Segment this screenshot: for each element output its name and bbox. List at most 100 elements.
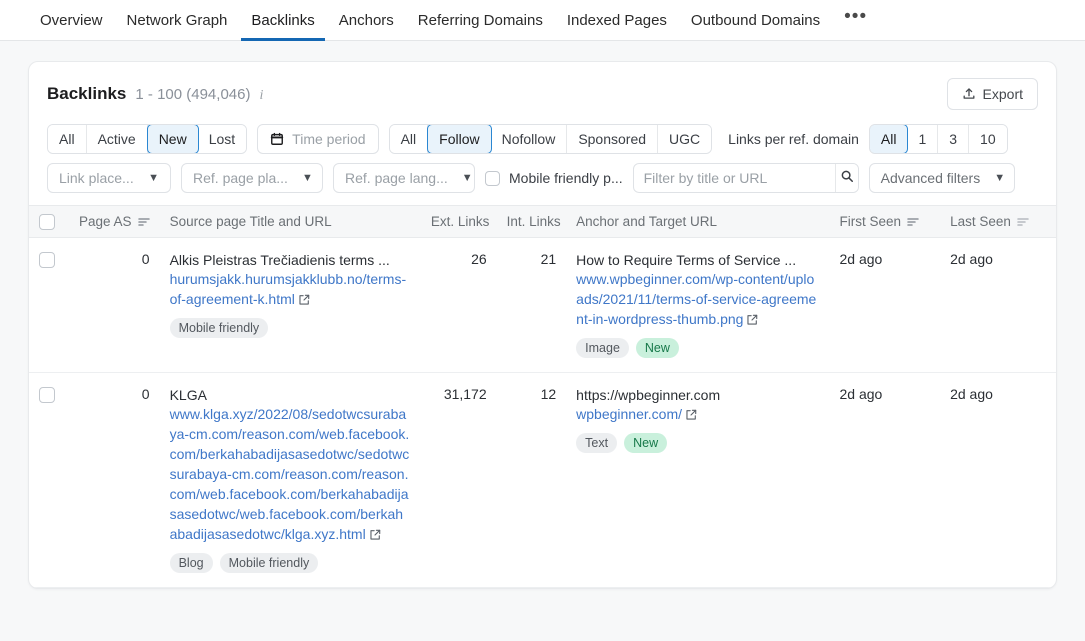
status-option-new[interactable]: New [146, 125, 199, 153]
more-tabs-icon[interactable]: ••• [832, 0, 879, 40]
panel-title-group: Backlinks 1 - 100 (494,046) i [47, 84, 263, 104]
cell-int-links: 12 [496, 372, 567, 588]
follow-option-ugc[interactable]: UGC [658, 125, 712, 153]
table-row: 0 KLGA www.klga.xyz/2022/08/sedotwcsurab… [29, 372, 1056, 588]
chevron-down-icon: ▼ [148, 172, 159, 184]
table-body: 0 Alkis Pleistras Trečiadienis terms ...… [29, 237, 1056, 588]
cell-first-seen: 2d ago [829, 372, 941, 588]
filters-area: All Active New Lost Time period All Foll… [29, 124, 1056, 205]
external-link-icon[interactable] [298, 291, 310, 311]
search-input[interactable] [633, 164, 835, 192]
cell-page-as: 0 [69, 237, 160, 373]
column-source-page[interactable]: Source page Title and URL [159, 205, 421, 238]
column-select-all [29, 205, 70, 238]
external-link-icon[interactable] [369, 526, 381, 546]
advanced-filters-dropdown[interactable]: Advanced filters ▼ [868, 163, 1015, 193]
source-url-link[interactable]: hurumsjakk.hurumsjakklubb.no/terms-of-ag… [170, 269, 411, 311]
mobile-friendly-checkbox-field[interactable]: Mobile friendly p... [485, 170, 623, 186]
search-button[interactable] [834, 164, 858, 192]
lpd-option-all[interactable]: All [869, 125, 909, 153]
time-period-label: Time period [292, 131, 366, 147]
links-per-domain-segment: All 1 3 10 [868, 124, 1008, 154]
column-last-seen[interactable]: Last Seen [940, 205, 1056, 238]
mobile-friendly-checkbox[interactable] [485, 170, 500, 186]
column-anchor-target[interactable]: Anchor and Target URL [566, 205, 830, 238]
cell-anchor-target: https://wpbeginner.com wpbeginner.com/ T… [566, 372, 830, 588]
badge-new: New [624, 433, 668, 453]
cell-last-seen: 2d ago [940, 237, 1056, 373]
tab-backlinks[interactable]: Backlinks [239, 0, 326, 41]
tab-indexed-pages[interactable]: Indexed Pages [555, 0, 679, 40]
tab-outbound-domains[interactable]: Outbound Domains [679, 0, 832, 40]
sort-icon [137, 217, 150, 227]
target-url-link[interactable]: wpbeginner.com/ [576, 404, 819, 426]
page-title: Backlinks [47, 84, 127, 103]
anchor-badges: Text New [576, 433, 819, 453]
info-icon[interactable]: i [259, 88, 263, 104]
export-icon [962, 87, 976, 101]
tab-referring-domains[interactable]: Referring Domains [406, 0, 555, 40]
follow-option-nofollow[interactable]: Nofollow [490, 125, 568, 153]
cell-last-seen: 2d ago [940, 372, 1056, 588]
tab-network-graph[interactable]: Network Graph [115, 0, 240, 40]
column-label: Int. Links [506, 214, 561, 229]
column-first-seen[interactable]: First Seen [829, 205, 941, 238]
anchor-title: https://wpbeginner.com [576, 387, 721, 403]
badge: Blog [169, 553, 213, 573]
source-title: KLGA [169, 387, 207, 403]
tab-label: Outbound Domains [690, 11, 821, 29]
cell-ext-links: 26 [420, 237, 497, 373]
filter-row-1: All Active New Lost Time period All Foll… [47, 124, 1038, 154]
badge: Mobile friendly [169, 318, 269, 338]
target-url-text: wpbeginner.com/ [576, 406, 682, 422]
row-checkbox[interactable] [39, 387, 55, 404]
follow-option-sponsored[interactable]: Sponsored [567, 125, 659, 153]
status-option-lost[interactable]: Lost [197, 125, 247, 153]
select-all-checkbox[interactable] [39, 213, 55, 230]
chevron-down-icon: ▼ [994, 172, 1006, 184]
link-status-segment: All Active New Lost [47, 124, 248, 154]
tab-anchors[interactable]: Anchors [327, 0, 406, 40]
column-ext-links[interactable]: Ext. Links [420, 205, 497, 238]
lpd-option-10[interactable]: 10 [969, 125, 1007, 153]
tab-label: Anchors [338, 11, 394, 29]
column-int-links[interactable]: Int. Links [496, 205, 567, 238]
time-period-button[interactable]: Time period [257, 124, 379, 154]
follow-option-all[interactable]: All [389, 125, 429, 153]
sort-icon [1017, 217, 1029, 227]
badge: Mobile friendly [219, 553, 319, 573]
source-url-link[interactable]: www.klga.xyz/2022/08/sedotwcsurabaya-cm.… [170, 404, 411, 546]
row-select-cell [29, 372, 70, 588]
tab-overview[interactable]: Overview [28, 0, 115, 40]
tab-label: Indexed Pages [566, 11, 667, 29]
external-link-icon[interactable] [746, 311, 758, 331]
link-placement-dropdown[interactable]: Link place... ▼ [47, 163, 171, 193]
export-button[interactable]: Export [946, 78, 1038, 110]
table-header-row: Page AS Source page Title and URL Ext. L… [29, 205, 1056, 238]
column-label: Page AS [79, 214, 132, 229]
column-page-as[interactable]: Page AS [69, 205, 160, 238]
ref-page-placement-dropdown[interactable]: Ref. page pla... ▼ [181, 163, 323, 193]
column-label: Source page Title and URL [169, 214, 332, 229]
row-checkbox[interactable] [39, 252, 55, 269]
backlinks-panel-wrapper: Backlinks 1 - 100 (494,046) i Export All… [0, 41, 1085, 589]
anchor-badges: Image New [576, 338, 819, 358]
tab-label: Backlinks [251, 11, 315, 29]
column-label: Last Seen [950, 214, 1011, 229]
status-option-all[interactable]: All [48, 125, 87, 153]
tab-label: Referring Domains [417, 11, 543, 29]
lpd-option-3[interactable]: 3 [938, 125, 970, 153]
lpd-option-1[interactable]: 1 [907, 125, 939, 153]
follow-type-segment: All Follow Nofollow Sponsored UGC [388, 124, 713, 154]
target-url-text: www.wpbeginner.com/wp-content/uploads/20… [576, 271, 817, 327]
external-link-icon[interactable] [685, 406, 697, 426]
status-option-active[interactable]: Active [86, 125, 148, 153]
ref-page-language-dropdown[interactable]: Ref. page lang... ▼ [333, 163, 475, 193]
advanced-filters-label: Advanced filters [880, 170, 981, 186]
target-url-link[interactable]: www.wpbeginner.com/wp-content/uploads/20… [576, 269, 819, 331]
mobile-friendly-label: Mobile friendly p... [509, 170, 623, 186]
cell-page-as: 0 [69, 372, 160, 588]
table-header: Page AS Source page Title and URL Ext. L… [29, 205, 1056, 238]
follow-option-follow[interactable]: Follow [427, 125, 492, 153]
result-count: 1 - 100 (494,046) [135, 86, 251, 103]
